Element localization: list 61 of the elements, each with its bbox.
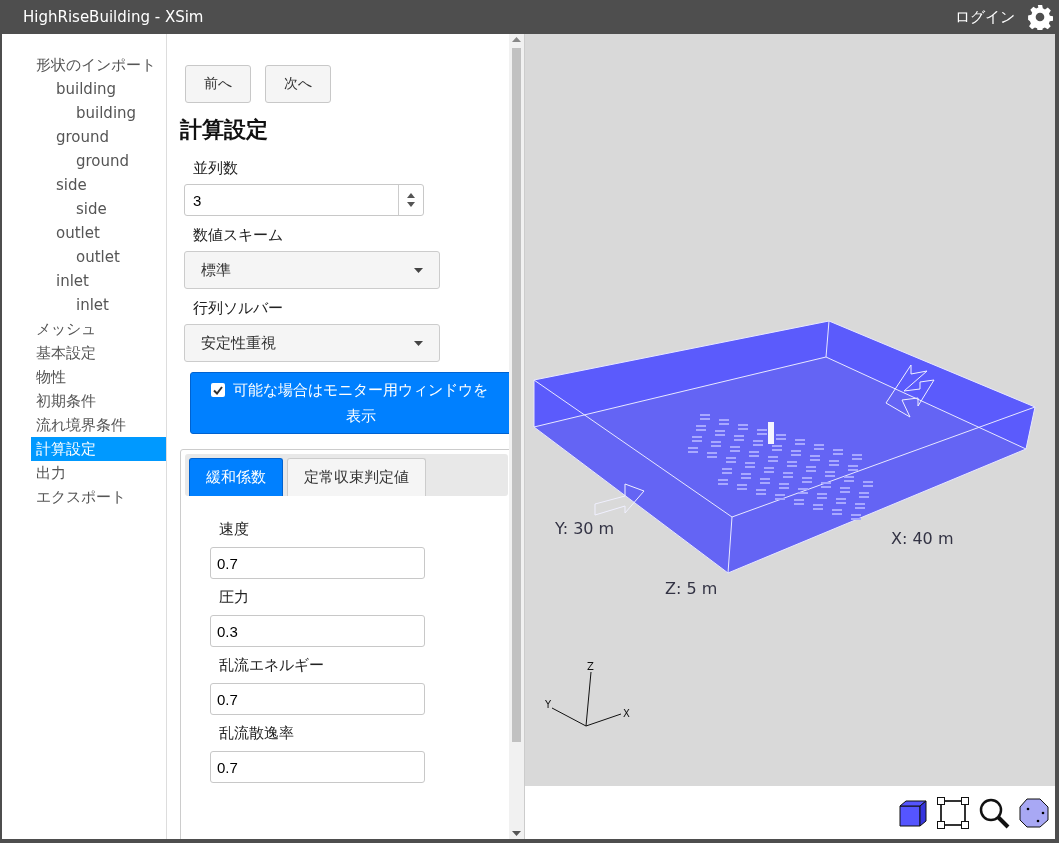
caret-icon — [414, 340, 423, 346]
login-link[interactable]: ログイン — [955, 7, 1015, 27]
spin-up-icon[interactable] — [407, 193, 415, 198]
search-icon[interactable] — [978, 796, 1010, 829]
dimension-label: Y: 30 m — [555, 519, 615, 538]
axis-label: Y — [545, 699, 552, 710]
sidebar-item[interactable]: 基本設定 — [31, 341, 166, 365]
window-title: HighRiseBuilding - XSim — [23, 8, 205, 26]
sidebar-item[interactable]: outlet — [31, 245, 166, 269]
sidebar-item[interactable]: 物性 — [31, 365, 166, 389]
input-field[interactable]: 0.7 — [210, 751, 425, 783]
sidebar-item[interactable]: 形状のインポート — [31, 53, 166, 77]
axis-label: X — [623, 708, 630, 719]
axis-label: Z — [587, 661, 594, 672]
sidebar-item[interactable]: side — [31, 173, 166, 197]
field-label: 行列ソルバー — [193, 299, 284, 318]
sidebar-item[interactable]: inlet — [31, 293, 166, 317]
caret-icon — [414, 267, 423, 273]
sidebar-item[interactable]: building — [31, 101, 166, 125]
sidebar-item[interactable]: ground — [31, 149, 166, 173]
input-field[interactable]: 0.7 — [210, 683, 425, 715]
spin-down-icon[interactable] — [407, 202, 415, 207]
cube-icon[interactable] — [898, 797, 928, 828]
nav-button[interactable]: 次へ — [265, 65, 331, 103]
field-label: 速度 — [219, 520, 250, 539]
tab[interactable]: 定常収束判定値 — [287, 458, 426, 496]
3d-viewport[interactable]: Y: 30 m X: 40 m Z: 5 m Z Y X — [525, 34, 1055, 786]
sidebar-item[interactable]: 出力 — [31, 461, 166, 485]
tab[interactable]: 緩和係数 — [189, 458, 283, 496]
settings-icon[interactable] — [1027, 4, 1053, 30]
dimension-label: Z: 5 m — [665, 579, 718, 598]
field-label: 乱流散逸率 — [219, 724, 295, 743]
section-heading: 計算設定 — [180, 116, 269, 144]
scroll-up-icon[interactable] — [512, 37, 521, 42]
dimension-label: X: 40 m — [891, 529, 954, 548]
input-field[interactable]: 0.3 — [210, 615, 425, 647]
monitor-window-toggle[interactable]: 可能な場合はモニター用ウィンドウを表示 — [190, 372, 512, 434]
sidebar-item[interactable]: 初期条件 — [31, 389, 166, 413]
field-label: 並列数 — [193, 159, 239, 178]
scroll-down-icon[interactable] — [512, 831, 521, 836]
selection-box-icon[interactable] — [936, 795, 970, 830]
axis-triad-drawing — [551, 671, 622, 727]
input-field[interactable]: 0.7 — [210, 547, 425, 579]
sidebar-item[interactable]: 流れ境界条件 — [31, 413, 166, 437]
sidebar-item[interactable]: building — [31, 77, 166, 101]
field-label: 圧力 — [219, 588, 250, 607]
sidebar-item[interactable]: side — [31, 197, 166, 221]
polyhedron-icon[interactable] — [1018, 796, 1050, 829]
dropdown[interactable]: 安定性重視 — [184, 324, 440, 362]
sidebar-item[interactable]: outlet — [31, 221, 166, 245]
sidebar-item[interactable]: ground — [31, 125, 166, 149]
field-label: 数値スキーム — [193, 226, 284, 245]
sidebar-item[interactable]: inlet — [31, 269, 166, 293]
nav-button[interactable]: 前へ — [185, 65, 251, 103]
scrollbar[interactable] — [509, 34, 524, 839]
sidebar-item[interactable]: メッシュ — [31, 317, 166, 341]
dropdown[interactable]: 標準 — [184, 251, 440, 289]
checkbox[interactable] — [211, 383, 225, 397]
sidebar-item[interactable]: エクスポート — [31, 485, 166, 509]
number-field[interactable]: 3 — [184, 184, 424, 216]
field-label: 乱流エネルギー — [219, 656, 325, 675]
